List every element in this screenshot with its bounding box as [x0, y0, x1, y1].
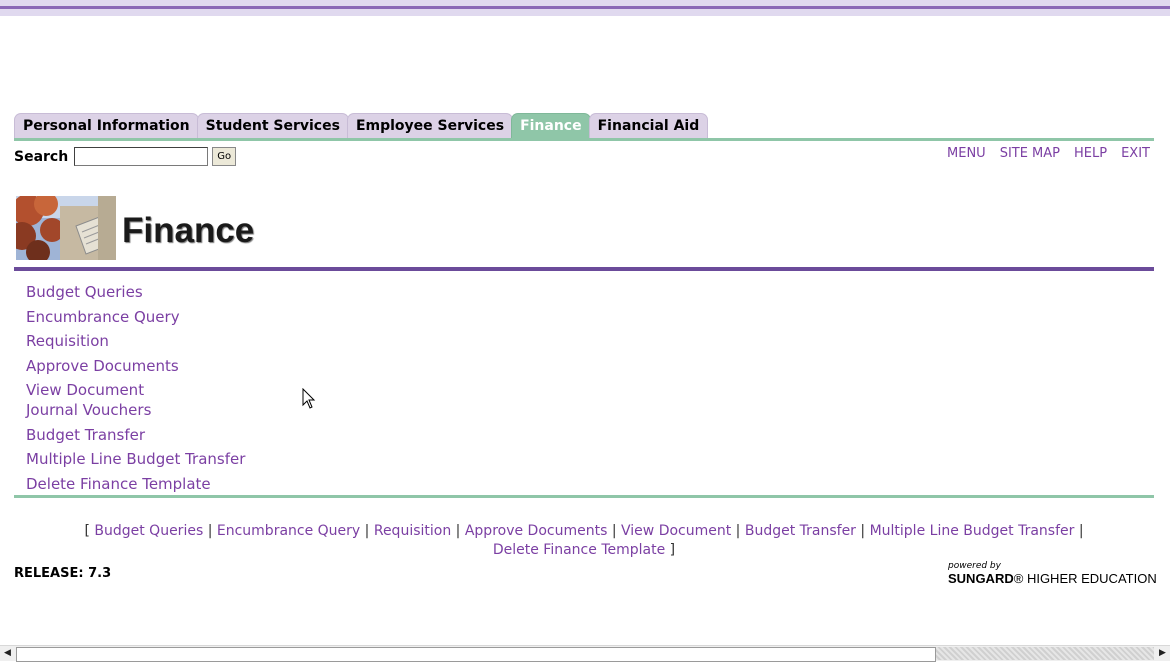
tab-student-services[interactable]: Student Services [196, 113, 349, 138]
finance-header-image [16, 196, 116, 260]
menu-item-approve-documents[interactable]: Approve Documents [26, 357, 179, 375]
menu-item-journal-vouchers[interactable]: Journal Vouchers [26, 401, 151, 419]
list-item: Approve Documents [26, 356, 245, 381]
bottom-link-approve-documents[interactable]: Approve Documents [465, 523, 608, 539]
bottom-link-encumbrance-query[interactable]: Encumbrance Query [217, 523, 360, 539]
bottom-link-multiple-line-budget-transfer[interactable]: Multiple Line Budget Transfer [870, 523, 1075, 539]
bracket-close: ] [669, 542, 676, 558]
bottom-link-requisition[interactable]: Requisition [374, 523, 451, 539]
list-item: Encumbrance Query [26, 307, 245, 332]
mouse-pointer-icon [302, 387, 316, 414]
menu-item-delete-finance-template[interactable]: Delete Finance Template [26, 475, 211, 493]
separator: | [455, 523, 461, 539]
scrollbar-track[interactable] [936, 647, 1154, 660]
vendor-name: SUNGARD® HIGHER EDUCATION [948, 571, 1157, 586]
page-title: Finance [122, 211, 255, 250]
top-banner-rule [0, 6, 1170, 9]
site-map-link[interactable]: SITE MAP [1000, 146, 1060, 161]
tab-financial-aid[interactable]: Financial Aid [588, 113, 709, 138]
tab-employee-services[interactable]: Employee Services [346, 113, 514, 138]
menu-link[interactable]: MENU [947, 146, 986, 161]
menu-item-encumbrance-query[interactable]: Encumbrance Query [26, 308, 180, 326]
utility-links: MENU SITE MAP HELP EXIT [947, 146, 1150, 161]
separator: | [860, 523, 866, 539]
finance-menu: Budget Queries Encumbrance Query Requisi… [26, 282, 245, 498]
help-link[interactable]: HELP [1074, 146, 1107, 161]
exit-link[interactable]: EXIT [1121, 146, 1150, 161]
powered-by-text: powered by [948, 561, 1001, 571]
title-rule [14, 267, 1154, 271]
menu-item-view-document[interactable]: View Document [26, 381, 144, 399]
horizontal-scrollbar[interactable]: ◀ ▶ [0, 645, 1170, 662]
tab-bar: Personal Information Student Services Em… [14, 108, 709, 138]
bottom-link-view-document[interactable]: View Document [621, 523, 731, 539]
tab-finance[interactable]: Finance [511, 113, 591, 138]
go-button[interactable]: Go [212, 147, 237, 166]
menu-item-budget-transfer[interactable]: Budget Transfer [26, 426, 145, 444]
menu-item-budget-queries[interactable]: Budget Queries [26, 283, 143, 301]
list-item: View Document [26, 380, 245, 400]
scroll-right-arrow-icon[interactable]: ▶ [1155, 646, 1170, 661]
bottom-link-budget-queries[interactable]: Budget Queries [94, 523, 203, 539]
scroll-left-arrow-icon[interactable]: ◀ [0, 646, 15, 661]
menu-item-requisition[interactable]: Requisition [26, 332, 109, 350]
bracket-open: [ [84, 523, 90, 539]
tab-bar-rule [14, 138, 1154, 141]
vendor-division: HIGHER EDUCATION [1026, 571, 1157, 586]
bottom-link-budget-transfer[interactable]: Budget Transfer [745, 523, 856, 539]
list-item: Multiple Line Budget Transfer [26, 449, 245, 474]
tab-personal-information[interactable]: Personal Information [14, 113, 199, 138]
release-version: RELEASE: 7.3 [14, 566, 112, 581]
search-input[interactable] [74, 147, 209, 166]
list-item: Budget Transfer [26, 425, 245, 450]
bottom-nav: [ Budget Queries | Encumbrance Query | R… [14, 522, 1154, 560]
search-area: Search Go [14, 147, 237, 166]
vendor-logo: powered by SUNGARD® HIGHER EDUCATION [948, 561, 1157, 586]
separator: | [1078, 523, 1084, 539]
list-item: Requisition [26, 331, 245, 356]
separator: | [207, 523, 213, 539]
separator: | [735, 523, 741, 539]
menu-item-multiple-line-budget-transfer[interactable]: Multiple Line Budget Transfer [26, 450, 245, 468]
separator: | [364, 523, 370, 539]
search-label: Search [14, 148, 69, 165]
vendor-brand: SUNGARD [948, 571, 1014, 586]
bottom-link-delete-finance-template[interactable]: Delete Finance Template [493, 542, 665, 558]
list-item: Budget Queries [26, 282, 245, 307]
list-item: Journal Vouchers [26, 400, 245, 425]
menu-rule [14, 495, 1154, 498]
separator: | [611, 523, 617, 539]
